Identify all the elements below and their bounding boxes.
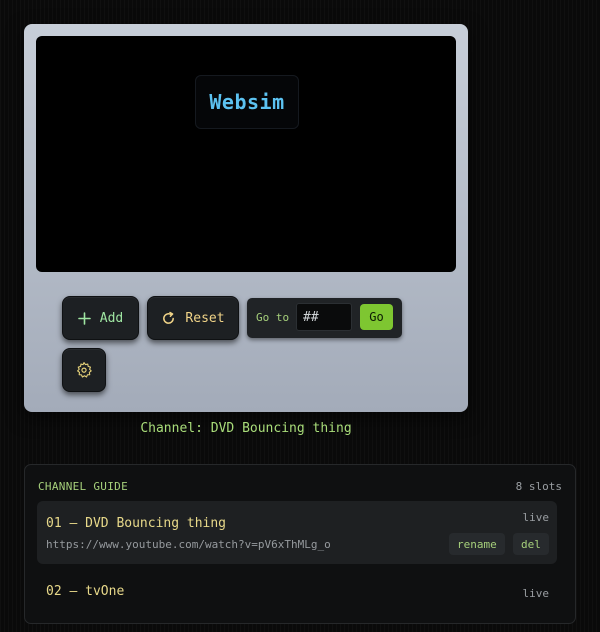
delete-button[interactable]: del xyxy=(513,533,549,555)
tv-screen[interactable]: Websim xyxy=(36,36,456,272)
refresh-icon xyxy=(161,311,176,326)
settings-button[interactable] xyxy=(62,348,106,392)
guide-title: CHANNEL GUIDE xyxy=(38,480,128,493)
guide-item-status: live xyxy=(522,511,550,524)
channel-guide: CHANNEL GUIDE 8 slots 01 — DVD Bouncing … xyxy=(24,464,576,624)
slot-count: 8 slots xyxy=(515,480,562,493)
guide-item-status: live xyxy=(522,587,550,600)
add-button-label: Add xyxy=(99,310,124,326)
channel-number-input[interactable] xyxy=(296,303,352,331)
tv-frame: Websim Add Reset Go to Go xyxy=(24,24,468,412)
bouncing-logo: Websim xyxy=(195,75,299,129)
guide-item[interactable]: 02 — tvOne live xyxy=(37,569,557,632)
rename-button[interactable]: rename xyxy=(449,533,505,555)
reset-button[interactable]: Reset xyxy=(147,296,239,340)
reset-button-label: Reset xyxy=(185,310,225,326)
plus-icon xyxy=(77,311,91,325)
bouncing-logo-text: Websim xyxy=(209,90,285,114)
gear-icon xyxy=(75,361,93,379)
guide-item-title: 01 — DVD Bouncing thing xyxy=(46,516,227,531)
current-channel-label: Channel: DVD Bouncing thing xyxy=(140,421,352,436)
guide-item-title: 02 — tvOne xyxy=(46,584,125,599)
goto-label: Go to xyxy=(256,311,290,324)
guide-item-url: https://www.youtube.com/watch?v=pV6xThML… xyxy=(46,538,331,551)
guide-item[interactable]: 01 — DVD Bouncing thing https://www.yout… xyxy=(37,501,557,564)
go-button[interactable]: Go xyxy=(360,304,393,330)
add-button[interactable]: Add xyxy=(62,296,139,340)
goto-control: Go to Go xyxy=(247,298,402,338)
